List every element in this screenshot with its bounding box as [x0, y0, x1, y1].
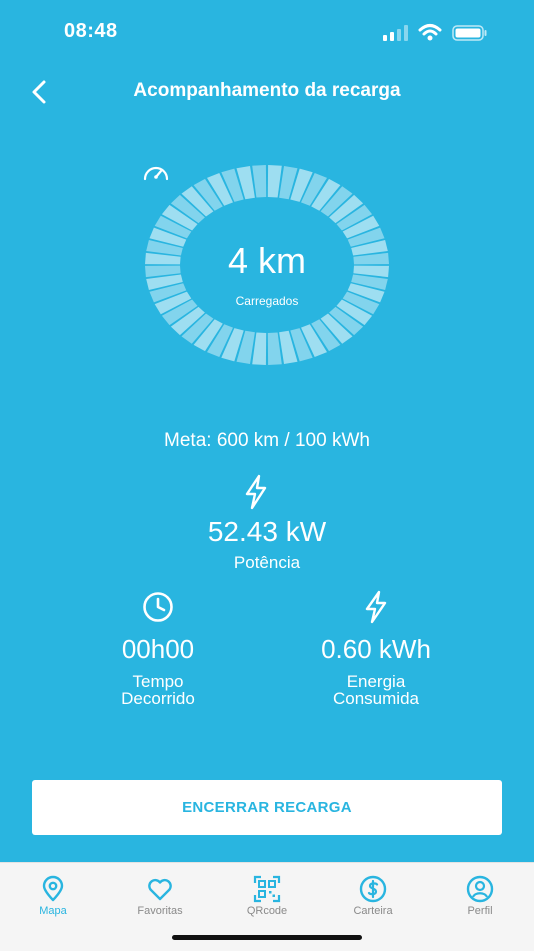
- tab-mapa[interactable]: Mapa: [13, 875, 93, 917]
- heart-icon: [148, 878, 172, 901]
- page-title: Acompanhamento da recarga: [133, 80, 401, 101]
- speedometer-icon: [143, 166, 169, 181]
- home-indicator: [172, 935, 362, 940]
- goal-text: Meta: 600 km / 100 kWh: [164, 430, 370, 451]
- tab-label: Mapa: [39, 905, 67, 917]
- status-bar: 08:48: [0, 0, 534, 60]
- gauge-segment: [252, 332, 267, 365]
- dollar-icon: [359, 875, 387, 903]
- gauge-label: Carregados: [235, 294, 299, 308]
- tab-label: Carteira: [353, 905, 393, 917]
- header: Acompanhamento da recarga: [0, 70, 534, 114]
- lightning-icon: [365, 590, 387, 624]
- battery-icon: [452, 25, 487, 41]
- tab-carteira[interactable]: Carteira: [333, 875, 413, 917]
- gauge-segment: [267, 165, 282, 198]
- tab-bar: Mapa Favoritas QRcode Carteira Perfil: [0, 862, 534, 951]
- power-value: 52.43 kW: [207, 516, 327, 547]
- gauge-value: 4 km: [227, 240, 306, 281]
- clock-icon: [143, 592, 173, 622]
- signal-icon: [383, 25, 408, 41]
- elapsed-time-stat: 00h00 Tempo Decorrido: [48, 590, 268, 707]
- elapsed-time-value: 00h00: [121, 634, 195, 664]
- tab-qrcode[interactable]: QRcode: [227, 875, 307, 917]
- lightning-icon: [245, 474, 267, 510]
- tab-label: Favoritas: [137, 905, 183, 917]
- tab-label: Perfil: [467, 905, 493, 917]
- energy-consumed-stat: 0.60 kWh Energia Consumida: [266, 590, 486, 707]
- power-label: Potência: [233, 553, 301, 572]
- elapsed-time-label: Tempo Decorrido: [121, 672, 195, 708]
- tab-label: QRcode: [246, 905, 288, 917]
- user-icon: [466, 875, 494, 903]
- status-time: 08:48: [64, 20, 118, 42]
- charge-gauge: 4 km Carregados: [142, 162, 392, 368]
- gauge-segment: [267, 332, 282, 365]
- tab-perfil[interactable]: Perfil: [440, 875, 520, 917]
- end-charging-button[interactable]: ENCERRAR RECARGA: [32, 780, 502, 835]
- energy-consumed-label: Energia Consumida: [333, 672, 419, 708]
- energy-consumed-value: 0.60 kWh: [321, 634, 431, 664]
- qrcode-icon: [253, 875, 281, 903]
- gauge-segment: [252, 165, 267, 198]
- map-pin-icon: [42, 875, 64, 902]
- wifi-icon: [418, 24, 442, 41]
- tab-favoritas[interactable]: Favoritas: [120, 875, 200, 917]
